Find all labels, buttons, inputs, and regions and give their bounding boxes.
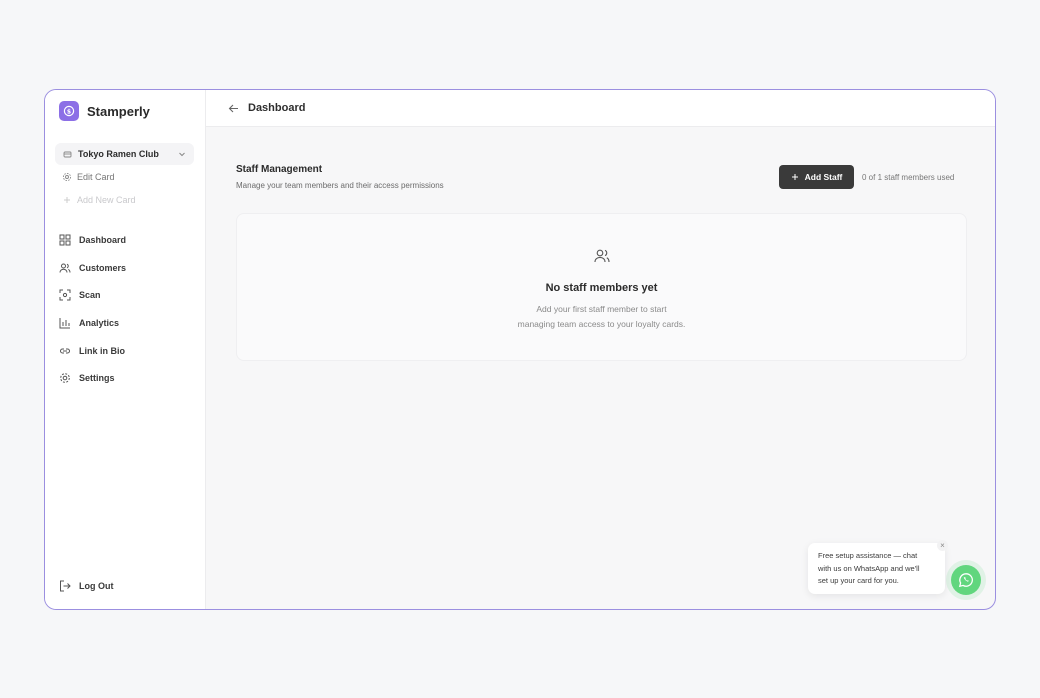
whatsapp-popup-text: set up your card for you. (818, 576, 899, 585)
whatsapp-icon (958, 572, 974, 588)
app-window: $ Stamperly Tokyo Ramen Club Edit Card A… (44, 89, 996, 610)
whatsapp-button[interactable] (951, 565, 981, 595)
sidebar-item-scan[interactable]: Scan (59, 287, 126, 303)
sidebar-item-label: Dashboard (79, 235, 127, 245)
card-icon (63, 150, 72, 159)
sidebar-item-label: Link in Bio (79, 345, 125, 356)
plus-icon (62, 195, 72, 205)
add-new-card-link[interactable]: Add New Card (62, 195, 136, 205)
whatsapp-popup: Free setup assistance — chat with us on … (808, 543, 945, 594)
gear-icon (62, 172, 72, 182)
card-selector[interactable]: Tokyo Ramen Club (55, 143, 194, 165)
empty-state-text: Add your first staff member to start (536, 304, 667, 314)
sidebar: $ Stamperly Tokyo Ramen Club Edit Card A… (45, 90, 206, 609)
whatsapp-popup-text: with us on WhatsApp and we'll (818, 563, 920, 573)
empty-state: No staff members yet Add your first staf… (236, 213, 967, 361)
sidebar-item-label: Customers (79, 262, 127, 273)
sidebar-item-label: Settings (79, 373, 115, 384)
edit-card-link[interactable]: Edit Card (62, 172, 115, 182)
brand[interactable]: $ Stamperly (59, 101, 150, 121)
sidebar-item-label: Analytics (79, 318, 120, 329)
empty-state-title: No staff members yet (545, 282, 658, 294)
sidebar-item-analytics[interactable]: Analytics (59, 315, 126, 331)
edit-card-label: Edit Card (77, 172, 115, 182)
main-content: Dashboard Staff Management Manage your t… (206, 90, 995, 609)
link-icon (59, 345, 71, 357)
users-icon (593, 247, 611, 265)
section-subtitle: Manage your team members and their acces… (236, 181, 444, 190)
sidebar-item-settings[interactable]: Settings (59, 370, 126, 386)
users-icon (59, 262, 71, 274)
add-new-card-label: Add New Card (77, 195, 136, 205)
card-selector-label: Tokyo Ramen Club (78, 149, 159, 159)
logout-button[interactable]: Log Out (59, 580, 114, 592)
sidebar-item-dashboard[interactable]: Dashboard (59, 232, 126, 248)
back-arrow-icon[interactable] (228, 103, 239, 114)
section-title: Staff Management (236, 164, 323, 175)
page-title: Dashboard (248, 102, 306, 114)
gear-icon (59, 372, 71, 384)
sidebar-item-label: Scan (79, 290, 101, 301)
empty-state-text: managing team access to your loyalty car… (517, 319, 686, 329)
add-staff-label: Add Staff (804, 172, 843, 182)
bar-chart-icon (59, 317, 71, 329)
logout-icon (59, 580, 71, 592)
sidebar-item-link-in-bio[interactable]: Link in Bio (59, 343, 126, 359)
top-bar: Dashboard (206, 90, 995, 127)
sidebar-item-customers[interactable]: Customers (59, 260, 126, 276)
brand-name: Stamperly (87, 103, 150, 119)
close-icon[interactable]: × (937, 540, 948, 551)
stamp-logo-icon: $ (59, 101, 79, 121)
whatsapp-popup-text: Free setup assistance — chat (818, 551, 918, 560)
logout-label: Log Out (79, 581, 114, 591)
sidebar-nav: Dashboard Customers Scan Analytics Link … (59, 232, 126, 398)
staff-usage-count: 0 of 1 staff members used (862, 173, 955, 182)
svg-text:$: $ (67, 108, 71, 115)
plus-icon (791, 173, 799, 181)
chevron-down-icon (178, 150, 186, 158)
grid-icon (59, 234, 71, 246)
scan-icon (59, 289, 71, 301)
add-staff-button[interactable]: Add Staff (779, 165, 854, 189)
